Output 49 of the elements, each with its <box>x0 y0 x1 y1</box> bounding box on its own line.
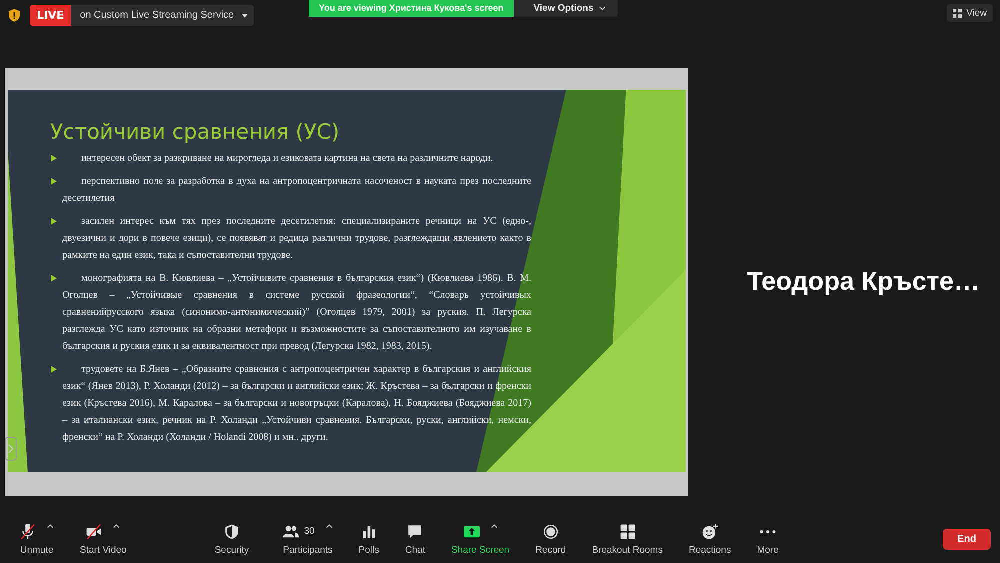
live-stream-menu[interactable]: LIVE on Custom Live Streaming Service <box>30 5 254 26</box>
record-icon <box>542 524 559 540</box>
toolbar-button[interactable]: Chat <box>399 520 432 558</box>
toolbar-button[interactable]: Unmute <box>14 520 60 558</box>
bullet-text: трудовете на Б.Янев – „Образните сравнения с антропоцентричен характер в българския и английския език“ (Янев 2013), Р. Холанди (2012) – за български и английски език; Ж. Кръстева – за български и френски език (Кръстева 2016), М. Каралова – за български и новогръцки (Каралова), Н. Бояджиева (Бояджиева 2017) – за италиански език, речник на Р. Холанди „Устойчиви сравнения. Български, руски, английски, немски, френски“ на Р. Холанди (Холанди / Holandi 2008) и мн.. други. <box>62 363 532 445</box>
bullet-text: перспективно поле за разработка в духа на антропоцентричната насоченост в науката през последните десетилетия <box>62 175 532 206</box>
caret-icon <box>326 524 333 529</box>
dropdown-icon <box>242 14 248 18</box>
chevron-icon <box>598 6 606 11</box>
end-button[interactable]: End <box>943 528 991 550</box>
video-camera-icon <box>86 524 102 540</box>
bullet-arrow-icon <box>50 218 56 225</box>
view-options-button[interactable]: View Options <box>514 0 618 17</box>
more-icon <box>760 530 776 534</box>
smiley-icon <box>702 524 718 540</box>
bullet-text: засилен интерес към тях през последните десетилетия: специализираните речници на УС (едно-, двуезични и дори в повече езици), се появяват и редица различни трудове, разглеждащи явлението както в рамките на един език, така и съпоставителни трудове. <box>62 215 532 263</box>
people-icon <box>283 524 300 540</box>
toolbar-button[interactable]: Security <box>208 520 256 558</box>
toolbar-button[interactable]: Polls <box>352 520 386 558</box>
toolbar-button[interactable]: Reactions <box>682 520 738 558</box>
speech-bubble-icon <box>407 524 424 540</box>
bar-chart-icon <box>361 524 378 540</box>
participant-count: 30 <box>304 526 315 537</box>
bullet-text: монографията на В. Кювлиева – „Устойчивите сравнения в българския език“) (Кювлиева 1986). В. М. Оголцев – „Устойчивые сравнения в системе русской фразеологии“, “Словарь устойчивых сравненийрусского языка (синонимо-антонимический)” (Оголцев 1979, 2001) за руския. П. Легурска разглежда УС като източник на образни метафори и възможностите за съпоставителното им изучаване в българския и руския език и за еквивалентност при превод (Легурска 1982, 1983, 2015). <box>62 272 532 354</box>
toolbar-button[interactable]: Breakout Rooms <box>586 520 669 558</box>
participant-name: Теодора Кръсте… <box>747 266 980 297</box>
toolbar-button[interactable]: Start Video <box>74 520 133 558</box>
caret-icon <box>490 524 498 529</box>
slide-title: Устойчиви сравнения (УС) <box>50 120 341 144</box>
toolbar-button[interactable]: More <box>751 520 785 558</box>
grid-icon <box>952 8 962 18</box>
microphone-icon <box>20 524 36 540</box>
toolbar-button[interactable]: Record <box>530 520 572 558</box>
caret-icon <box>47 524 54 529</box>
toolbar-button[interactable]: 30 Participants <box>277 520 339 558</box>
shield-icon[interactable] <box>9 9 20 22</box>
bullet-arrow-icon <box>50 178 56 185</box>
bullet-arrow-icon <box>50 155 56 162</box>
shield-icon <box>224 524 240 540</box>
bullet-arrow-icon <box>50 275 56 282</box>
bullet-text: интересен обект за разкриване на мирогледа и езиковата картина на света на различните народи. <box>80 152 494 166</box>
bullet-arrow-icon <box>50 366 56 373</box>
stream-target-label: on Custom Live Streaming Service <box>79 10 236 21</box>
grid-icon <box>620 524 636 540</box>
live-badge: LIVE <box>30 5 72 26</box>
view-button[interactable]: View <box>946 4 993 22</box>
caret-icon <box>113 524 120 529</box>
viewing-banner: You are viewing Христина Кукова's screen <box>309 0 514 17</box>
toolbar-button[interactable]: Share Screen <box>445 520 516 558</box>
